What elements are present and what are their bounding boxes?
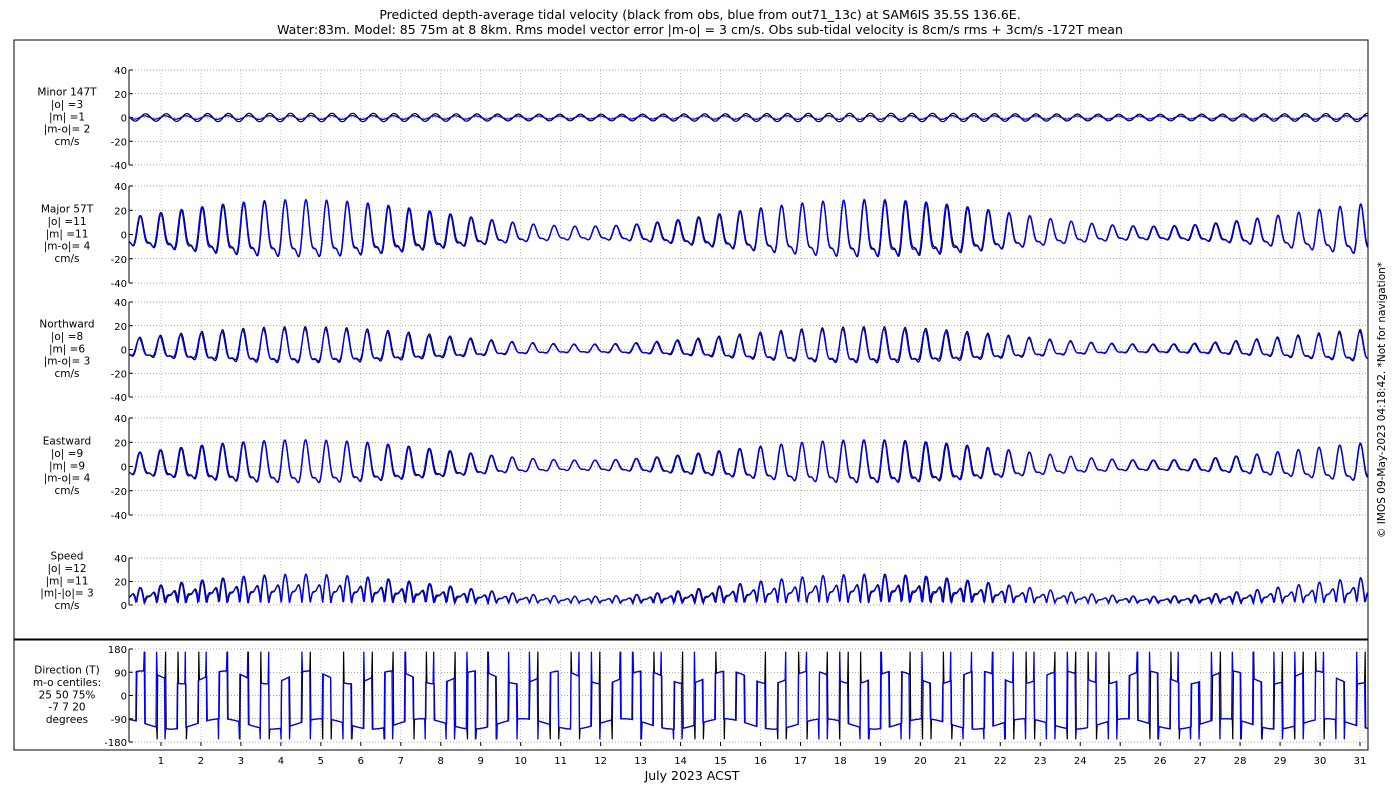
x-tick-label: 28 (1234, 756, 1247, 767)
x-tick-label: 20 (914, 756, 927, 767)
x-tick-label: 2 (198, 756, 204, 767)
y-tick-label: 20 (114, 206, 127, 217)
panel-label-line: |o| =11 (48, 216, 87, 228)
y-tick-label: 0 (121, 114, 127, 125)
x-tick-label: 29 (1274, 756, 1287, 767)
panel-label-line: |m| =11 (46, 575, 89, 587)
x-tick-label: 19 (874, 756, 887, 767)
panel-label-line: cm/s (54, 136, 79, 148)
x-tick-label: 8 (438, 756, 444, 767)
y-tick-label: 0 (121, 346, 127, 357)
panel-label-line: |m| =6 (49, 343, 85, 355)
y-tick-label: 40 (114, 414, 127, 425)
x-tick-label: 31 (1354, 756, 1367, 767)
x-tick-label: 25 (1114, 756, 1127, 767)
y-tick-label: 20 (114, 578, 127, 589)
y-tick-label: 0 (121, 463, 127, 474)
panel-label-line: cm/s (54, 485, 79, 497)
panel-label-line: Northward (39, 319, 94, 331)
y-tick-label: 40 (114, 298, 127, 309)
y-tick-label: 0 (121, 601, 127, 612)
panel-label-line: cm/s (54, 253, 79, 265)
panel-label-line: |m|-|o|= 3 (40, 588, 93, 600)
panel-label-line: -7 7 20 (48, 702, 85, 714)
x-tick-label: 3 (238, 756, 244, 767)
panel-label-line: |o| =12 (48, 563, 87, 575)
panel-label-line: |m-o|= 3 (44, 356, 91, 368)
chart-title-line2: Water:83m. Model: 85 75m at 8 8km. Rms m… (277, 22, 1123, 37)
x-tick-label: 5 (318, 756, 324, 767)
x-tick-label: 17 (794, 756, 807, 767)
y-tick-label: -40 (111, 161, 127, 172)
copyright-notice: © IMOS 09-May-2023 04:18:42. *Not for na… (1376, 262, 1388, 538)
panel-label-line: Direction (T) (34, 665, 99, 677)
x-tick-label: 21 (954, 756, 967, 767)
x-tick-label: 9 (478, 756, 484, 767)
y-tick-label: -20 (111, 255, 127, 266)
panel-label-line: cm/s (54, 368, 79, 380)
panel-label-line: |o| =9 (51, 448, 83, 460)
x-tick-label: 11 (554, 756, 567, 767)
y-tick-label: 20 (114, 322, 127, 333)
panel-label-line: |o| =8 (51, 331, 83, 343)
panel-label-line: |m| =1 (49, 111, 85, 123)
x-tick-label: 18 (834, 756, 847, 767)
tidal-velocity-figure: Predicted depth-average tidal velocity (… (0, 0, 1400, 800)
x-tick-label: 26 (1154, 756, 1167, 767)
y-tick-label: 0 (121, 692, 127, 703)
panel-label-line: 25 50 75% (39, 689, 96, 701)
x-tick-label: 7 (398, 756, 404, 767)
y-tick-label: -20 (111, 137, 127, 148)
y-tick-label: -20 (111, 487, 127, 498)
panel-label-line: |m-o|= 4 (44, 473, 91, 485)
y-tick-label: -180 (104, 738, 127, 749)
x-tick-label: 4 (278, 756, 284, 767)
x-tick-label: 12 (594, 756, 607, 767)
x-tick-label: 10 (514, 756, 527, 767)
x-tick-label: 24 (1074, 756, 1087, 767)
y-tick-label: -40 (111, 511, 127, 522)
y-tick-label: 0 (121, 231, 127, 242)
x-tick-label: 30 (1314, 756, 1327, 767)
panel-label-line: |m-o|= 4 (44, 241, 91, 253)
panel-label-line: |m| =9 (49, 460, 85, 472)
y-tick-label: 20 (114, 90, 127, 101)
x-tick-label: 22 (994, 756, 1007, 767)
y-tick-label: 180 (108, 645, 127, 656)
y-tick-label: 20 (114, 438, 127, 449)
x-tick-label: 15 (714, 756, 727, 767)
panel-label-line: degrees (46, 714, 88, 726)
panel-label-line: |m| =11 (46, 228, 89, 240)
panel-label-line: Eastward (43, 436, 91, 448)
y-tick-label: -20 (111, 369, 127, 380)
y-tick-label: -90 (111, 715, 127, 726)
x-tick-label: 23 (1034, 756, 1047, 767)
panel-label-line: |m-o|= 2 (44, 124, 91, 136)
x-tick-label: 27 (1194, 756, 1207, 767)
panel-label-line: Major 57T (41, 204, 94, 216)
x-tick-label: 6 (358, 756, 364, 767)
panel-label-line: m-o centiles: (33, 677, 101, 689)
y-tick-label: 90 (114, 668, 127, 679)
x-tick-label: 14 (674, 756, 687, 767)
panel-label-line: Speed (51, 551, 84, 563)
y-tick-label: -40 (111, 393, 127, 404)
panel-label-line: |o| =3 (51, 99, 83, 111)
x-tick-label: 1 (158, 756, 164, 767)
panel-label-line: Minor 147T (37, 87, 97, 99)
chart-title-line1: Predicted depth-average tidal velocity (… (379, 7, 1020, 22)
x-axis-label: July 2023 ACST (644, 768, 740, 783)
panel-label-line: cm/s (54, 600, 79, 612)
x-tick-label: 16 (754, 756, 767, 767)
y-tick-label: 40 (114, 66, 127, 77)
x-tick-label: 13 (634, 756, 647, 767)
y-tick-label: 40 (114, 182, 127, 193)
y-tick-label: -40 (111, 279, 127, 290)
y-tick-label: 40 (114, 554, 127, 565)
